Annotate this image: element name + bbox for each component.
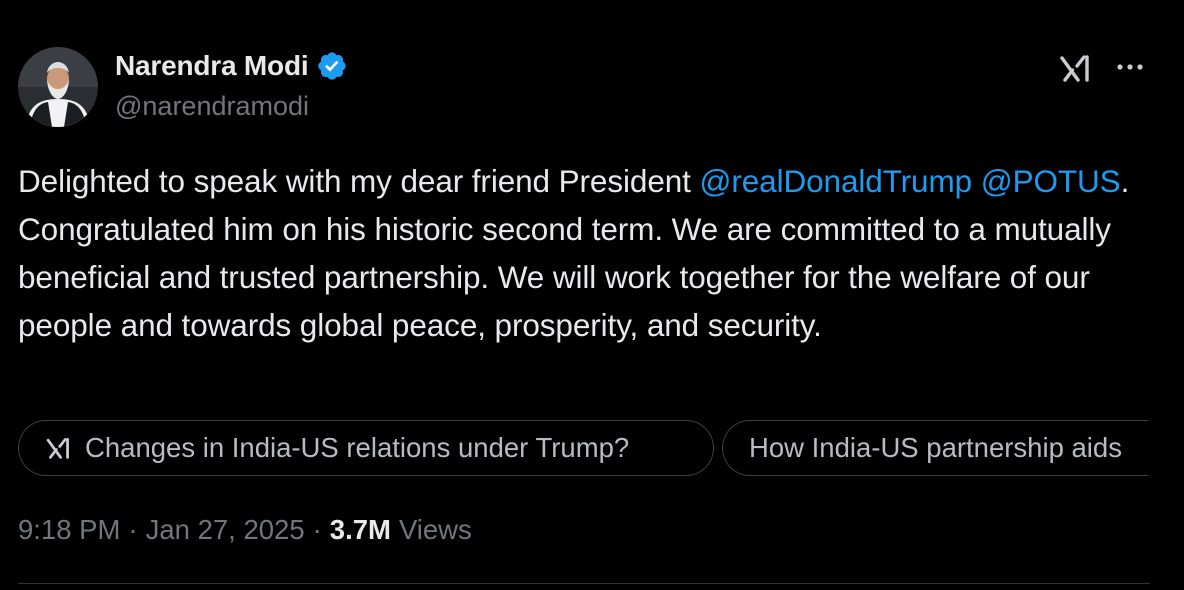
suggestion-label: How India-US partnership aids: [749, 432, 1122, 463]
tweet-meta: 9:18 PM · Jan 27, 2025 · 3.7M Views: [18, 514, 472, 546]
suggestion-chip[interactable]: How India-US partnership aids: [722, 420, 1148, 476]
meta-separator: ·: [312, 514, 322, 545]
views-label: Views: [398, 514, 472, 545]
grok-icon[interactable]: [1058, 50, 1094, 86]
tweet-time[interactable]: 9:18 PM: [18, 514, 120, 546]
meta-separator: ·: [128, 514, 138, 545]
more-options-icon[interactable]: [1114, 55, 1146, 79]
mention-link-realdonaldtrump[interactable]: @realDonaldTrump: [699, 163, 972, 199]
tweet-text-part: [972, 163, 981, 199]
author-name-row: Narendra Modi: [115, 50, 348, 82]
tweet-text: Delighted to speak with my dear friend P…: [18, 157, 1168, 349]
author-display-name[interactable]: Narendra Modi: [115, 50, 309, 82]
tweet: Narendra Modi @narendramodi Delighted to…: [0, 0, 1184, 590]
tweet-date[interactable]: Jan 27, 2025: [146, 514, 305, 546]
views-count[interactable]: 3.7M: [330, 514, 391, 546]
avatar[interactable]: [18, 47, 98, 127]
mention-link-potus[interactable]: @POTUS: [981, 163, 1121, 199]
divider: [18, 583, 1150, 584]
tweet-text-part: Delighted to speak with my dear friend P…: [18, 163, 700, 199]
grok-icon: [46, 438, 69, 459]
suggestion-label: Changes in India-US relations under Trum…: [85, 432, 630, 463]
grok-suggestions: Changes in India-US relations under Trum…: [18, 420, 1148, 480]
suggestion-chip[interactable]: Changes in India-US relations under Trum…: [18, 420, 714, 476]
avatar-image: [18, 47, 98, 127]
verified-badge-icon[interactable]: [316, 50, 348, 82]
author-handle[interactable]: @narendramodi: [115, 91, 309, 122]
